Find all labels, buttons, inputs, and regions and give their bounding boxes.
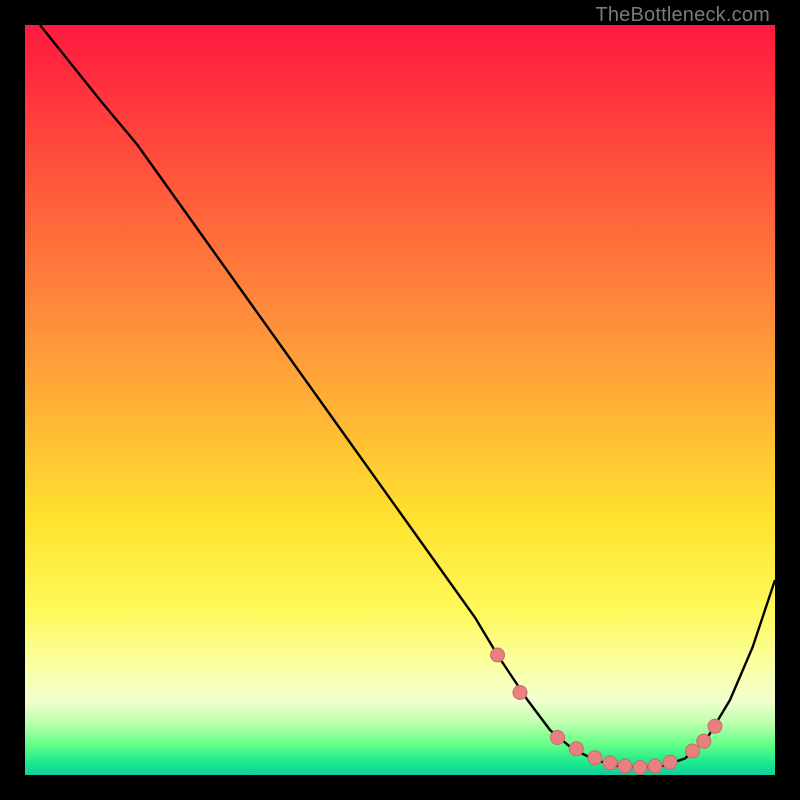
highlight-dot xyxy=(697,734,711,748)
highlight-dot xyxy=(551,731,565,745)
highlight-dot xyxy=(686,744,700,758)
marker-group xyxy=(491,648,723,775)
highlight-dot xyxy=(708,719,722,733)
chart-stage: TheBottleneck.com xyxy=(0,0,800,800)
highlight-dot xyxy=(633,761,647,775)
highlight-dot xyxy=(491,648,505,662)
curve-layer xyxy=(25,25,775,775)
highlight-dot xyxy=(618,759,632,773)
highlight-dot xyxy=(588,751,602,765)
highlight-dot xyxy=(513,686,527,700)
bottleneck-curve-path xyxy=(40,25,775,768)
highlight-dot xyxy=(663,755,677,769)
highlight-dot xyxy=(569,742,583,756)
watermark-label: TheBottleneck.com xyxy=(595,4,770,27)
highlight-dot xyxy=(603,756,617,770)
highlight-dot xyxy=(648,759,662,773)
